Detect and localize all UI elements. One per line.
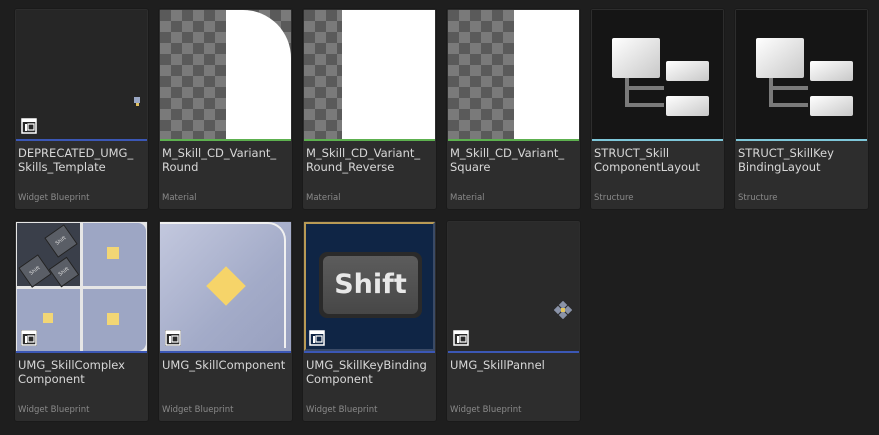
asset-type-color-bar [448,351,579,353]
asset-type-color-bar [736,139,867,141]
asset-thumbnail [16,10,147,139]
asset-type-color-bar [592,139,723,141]
asset-type-label: Widget Blueprint [306,405,378,415]
asset-name: M_Skill_CD_Variant_ Round [162,146,277,174]
asset-type-label: Material [450,193,485,203]
material-thumbnail [160,10,291,139]
asset-type-label: Material [306,193,341,203]
shift-key-label: Shift [323,256,418,314]
key-cap-outer: Shift [319,252,422,318]
asset-type-label: Structure [594,193,634,203]
asset-type-color-bar [160,139,291,141]
asset-type-label: Widget Blueprint [18,193,90,203]
asset-name: M_Skill_CD_Variant_ Round_Reverse [306,146,421,174]
asset-name: STRUCT_Skill ComponentLayout [594,146,700,174]
asset-type-color-bar [16,351,147,353]
skill-pannel-mini-icon [554,301,572,319]
asset-thumbnail [160,222,291,351]
skill-marker [107,247,119,259]
asset-name: UMG_SkillComplex Component [18,358,125,386]
widget-blueprint-icon [165,330,181,346]
asset-tile-struct-skill-component-layout[interactable]: STRUCT_Skill ComponentLayout Structure [590,8,725,210]
material-white-fill [342,10,435,139]
skill-quadrant [83,289,146,351]
skill-marker [107,313,119,325]
material-white-fill [226,10,291,139]
asset-name: DEPRECATED_UMG_ Skills_Template [18,146,134,174]
asset-type-color-bar [304,351,435,353]
asset-type-color-bar [16,139,147,141]
skill-marker [43,313,53,323]
skill-quadrant [83,223,146,286]
asset-tile-m-skill-cd-variant-round-reverse[interactable]: M_Skill_CD_Variant_ Round_Reverse Materi… [302,8,437,210]
widget-blueprint-icon [21,118,37,134]
asset-name: STRUCT_SkillKey BindingLayout [738,146,834,174]
mini-key-icon: Shift [48,256,80,288]
asset-tile-umg-skill-key-binding-component[interactable]: Shift UMG_SkillKeyBinding Component Widg… [302,220,437,422]
asset-thumbnail [736,10,867,139]
material-thumbnail [304,10,435,139]
asset-type-label: Widget Blueprint [18,405,90,415]
asset-type-label: Structure [738,193,778,203]
structure-icon [612,38,709,116]
small-widget-icon [134,97,140,106]
structure-icon [756,38,853,116]
asset-type-color-bar [304,139,435,141]
widget-blueprint-icon [309,330,325,346]
content-browser-asset-grid: DEPRECATED_UMG_ Skills_Template Widget B… [0,0,879,435]
asset-name: UMG_SkillPannel [450,358,545,372]
widget-blueprint-icon [21,330,37,346]
asset-type-color-bar [160,351,291,353]
asset-thumbnail [592,10,723,139]
material-thumbnail [448,10,579,139]
asset-thumbnail: Shift Shift Shift [16,222,147,351]
asset-thumbnail: Shift [304,222,435,351]
asset-type-color-bar [448,139,579,141]
asset-tile-m-skill-cd-variant-square[interactable]: M_Skill_CD_Variant_ Square Material [446,8,581,210]
asset-name: M_Skill_CD_Variant_ Square [450,146,565,174]
skill-quadrant: Shift Shift Shift [17,223,80,288]
material-white-fill [514,10,579,139]
asset-type-label: Widget Blueprint [450,405,522,415]
mini-key-icon: Shift [18,254,52,288]
asset-tile-struct-skill-key-binding-layout[interactable]: STRUCT_SkillKey BindingLayout Structure [734,8,869,210]
asset-tile-umg-skill-pannel[interactable]: UMG_SkillPannel Widget Blueprint [446,220,581,422]
asset-type-label: Widget Blueprint [162,405,234,415]
asset-tile-m-skill-cd-variant-round[interactable]: M_Skill_CD_Variant_ Round Material [158,8,293,210]
asset-tile-deprecated-umg-skills-template[interactable]: DEPRECATED_UMG_ Skills_Template Widget B… [14,8,149,210]
widget-blueprint-icon [453,330,469,346]
asset-type-label: Material [162,193,197,203]
asset-name: UMG_SkillKeyBinding Component [306,358,427,386]
asset-tile-umg-skill-complex-component[interactable]: Shift Shift Shift UMG_SkillComplex Compo… [14,220,149,422]
asset-name: UMG_SkillComponent [162,358,286,372]
mini-key-icon: Shift [44,224,78,258]
asset-thumbnail [448,222,579,351]
asset-tile-umg-skill-component[interactable]: UMG_SkillComponent Widget Blueprint [158,220,293,422]
